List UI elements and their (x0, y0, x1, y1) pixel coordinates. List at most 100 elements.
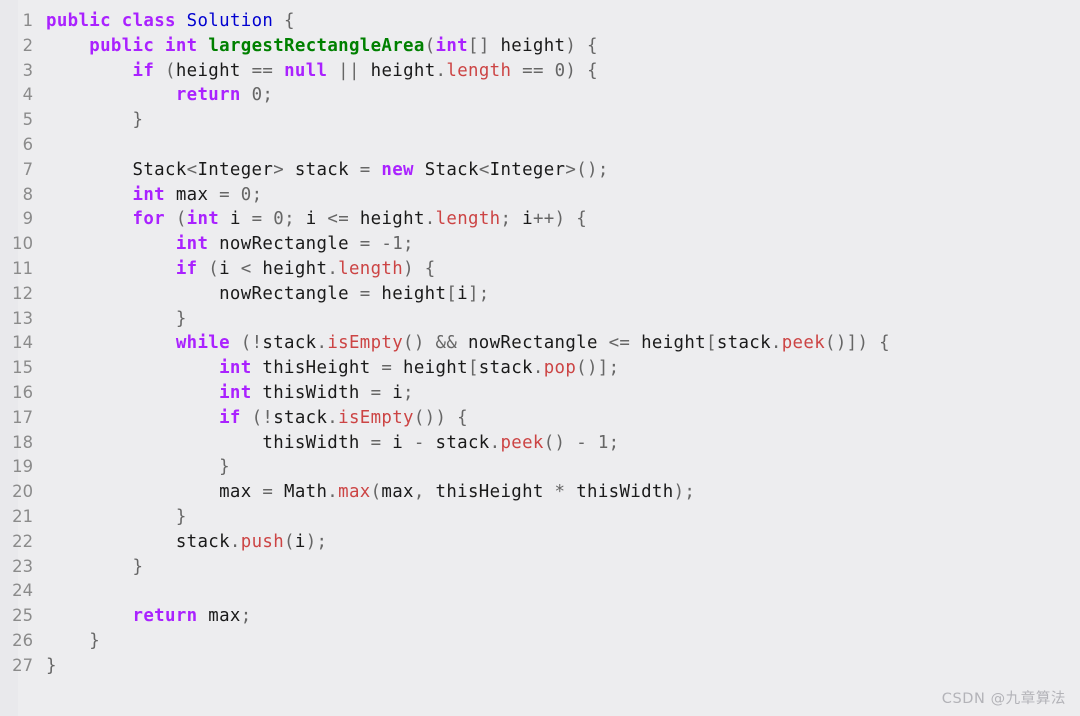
code-line[interactable]: 21 } (0, 505, 1080, 530)
code-line[interactable]: 13 } (0, 307, 1080, 332)
code-token-punc: { (424, 258, 436, 279)
code-line-source[interactable]: for (int i = 0; i <= height.length; i++)… (46, 207, 1080, 232)
csdn-watermark: CSDN @九章算法 (941, 691, 1066, 707)
line-number: 10 (12, 234, 33, 254)
code-line-source[interactable]: } (46, 555, 1080, 580)
code-line-source[interactable]: return 0; (46, 83, 1080, 108)
code-token-mem: isEmpty (338, 407, 414, 428)
code-line-source[interactable]: } (46, 629, 1080, 654)
code-line[interactable]: 1 public class Solution { (0, 9, 1080, 34)
code-token-punc: ( (175, 209, 187, 230)
code-line-source[interactable]: int thisWidth = i; (46, 381, 1080, 406)
code-line[interactable]: 7 Stack<Integer> stack = new Stack<Integ… (0, 158, 1080, 183)
code-token-plain: height (349, 209, 425, 230)
code-line-source[interactable]: thisWidth = i - stack.peek() - 1; (46, 431, 1080, 456)
code-line[interactable]: 17 if (!stack.isEmpty()) { (0, 406, 1080, 431)
code-line-source[interactable]: Stack<Integer> stack = new Stack<Integer… (46, 158, 1080, 183)
code-line[interactable]: 24 (0, 579, 1080, 604)
code-line-source[interactable]: public class Solution { (46, 9, 1080, 34)
line-number: 26 (12, 630, 33, 650)
code-line[interactable]: 11 if (i < height.length) { (0, 257, 1080, 282)
code-line[interactable]: 14 while (!stack.isEmpty() && nowRectang… (0, 331, 1080, 356)
code-line[interactable]: 6 (0, 133, 1080, 158)
code-line-source[interactable]: } (46, 455, 1080, 480)
code-line-source[interactable]: } (46, 307, 1080, 332)
code-token-punc: ; (403, 382, 414, 403)
code-line[interactable]: 22 stack.push(i); (0, 530, 1080, 555)
code-line[interactable]: 23 } (0, 555, 1080, 580)
code-token-punc: = (359, 159, 371, 180)
code-line[interactable]: 4 return 0; (0, 83, 1080, 108)
code-line-source[interactable]: public int largestRectangleArea(int[] he… (46, 34, 1080, 59)
code-token-punc: } (132, 110, 144, 131)
code-line-source[interactable]: int max = 0; (46, 183, 1080, 208)
code-line[interactable]: 27} (0, 654, 1080, 679)
code-line-source[interactable]: return max; (46, 604, 1080, 629)
code-token-plain: max (381, 482, 414, 503)
code-line-source[interactable]: if (height == null || height.length == 0… (46, 59, 1080, 84)
code-line[interactable]: 8 int max = 0; (0, 183, 1080, 208)
code-line[interactable]: 16 int thisWidth = i; (0, 381, 1080, 406)
code-token-plain: thisHeight (251, 358, 382, 379)
code-token-plain: height (370, 283, 447, 304)
code-token-punc: ( (370, 482, 382, 503)
code-line[interactable]: 2 public int largestRectangleArea(int[] … (0, 34, 1080, 59)
code-line[interactable]: 10 int nowRectangle = -1; (0, 232, 1080, 257)
code-token-num: 0 (554, 60, 566, 81)
code-line[interactable]: 3 if (height == null || height.length ==… (0, 59, 1080, 84)
code-token-punc: && (435, 333, 458, 354)
code-line-source[interactable]: max = Math.max(max, thisHeight * thisWid… (46, 480, 1080, 505)
code-token-punc: [ (705, 333, 717, 354)
code-listing[interactable]: 1 public class Solution {2 public int lar… (0, 9, 1080, 679)
code-line-source[interactable]: } (46, 505, 1080, 530)
code-screenshot: 1 public class Solution {2 public int lar… (0, 0, 1080, 716)
code-line-source[interactable]: } (46, 108, 1080, 133)
code-token-num: 0 (273, 209, 285, 230)
code-token-mem: length (435, 209, 501, 230)
code-token-cls: Solution (186, 11, 274, 31)
code-line-source[interactable]: stack.push(i); (46, 530, 1080, 555)
code-token-plain: Stack (132, 159, 187, 180)
code-line[interactable]: 26 } (0, 629, 1080, 654)
code-line-source[interactable]: nowRectangle = height[i]; (46, 282, 1080, 307)
code-token-plain: stack (478, 358, 533, 379)
code-line-source[interactable]: int thisHeight = height[stack.pop()]; (46, 356, 1080, 381)
code-line-source[interactable]: if (i < height.length) { (46, 257, 1080, 282)
code-line-source[interactable]: } (46, 654, 1080, 679)
code-line[interactable]: 20 max = Math.max(max, thisHeight * this… (0, 480, 1080, 505)
line-number: 23 (12, 556, 33, 576)
line-number: 5 (22, 110, 33, 130)
code-token-punc: () (403, 333, 425, 354)
code-line[interactable]: 5 } (0, 108, 1080, 133)
code-line[interactable]: 19 } (0, 455, 1080, 480)
code-line[interactable]: 18 thisWidth = i - stack.peek() - 1; (0, 431, 1080, 456)
code-line[interactable]: 15 int thisHeight = height[stack.pop()]; (0, 356, 1080, 381)
code-token-mem: isEmpty (327, 333, 404, 354)
code-line[interactable]: 12 nowRectangle = height[i]; (0, 282, 1080, 307)
code-line-source[interactable]: int nowRectangle = -1; (46, 232, 1080, 257)
code-line-source[interactable]: if (!stack.isEmpty()) { (46, 406, 1080, 431)
code-line-source[interactable]: while (!stack.isEmpty() && nowRectangle … (46, 331, 1080, 356)
code-token-mem: length (338, 258, 404, 279)
code-token-mem: peek (500, 432, 544, 453)
code-token-punc: . (316, 333, 328, 354)
code-line[interactable]: 9 for (int i = 0; i <= height.length; i+… (0, 207, 1080, 232)
code-token-plain: stack (716, 333, 771, 354)
code-token-plain: thisWidth (565, 482, 674, 503)
code-line[interactable]: 25 return max; (0, 604, 1080, 629)
line-number: 3 (22, 60, 33, 80)
code-token-punc: ; (608, 432, 620, 453)
